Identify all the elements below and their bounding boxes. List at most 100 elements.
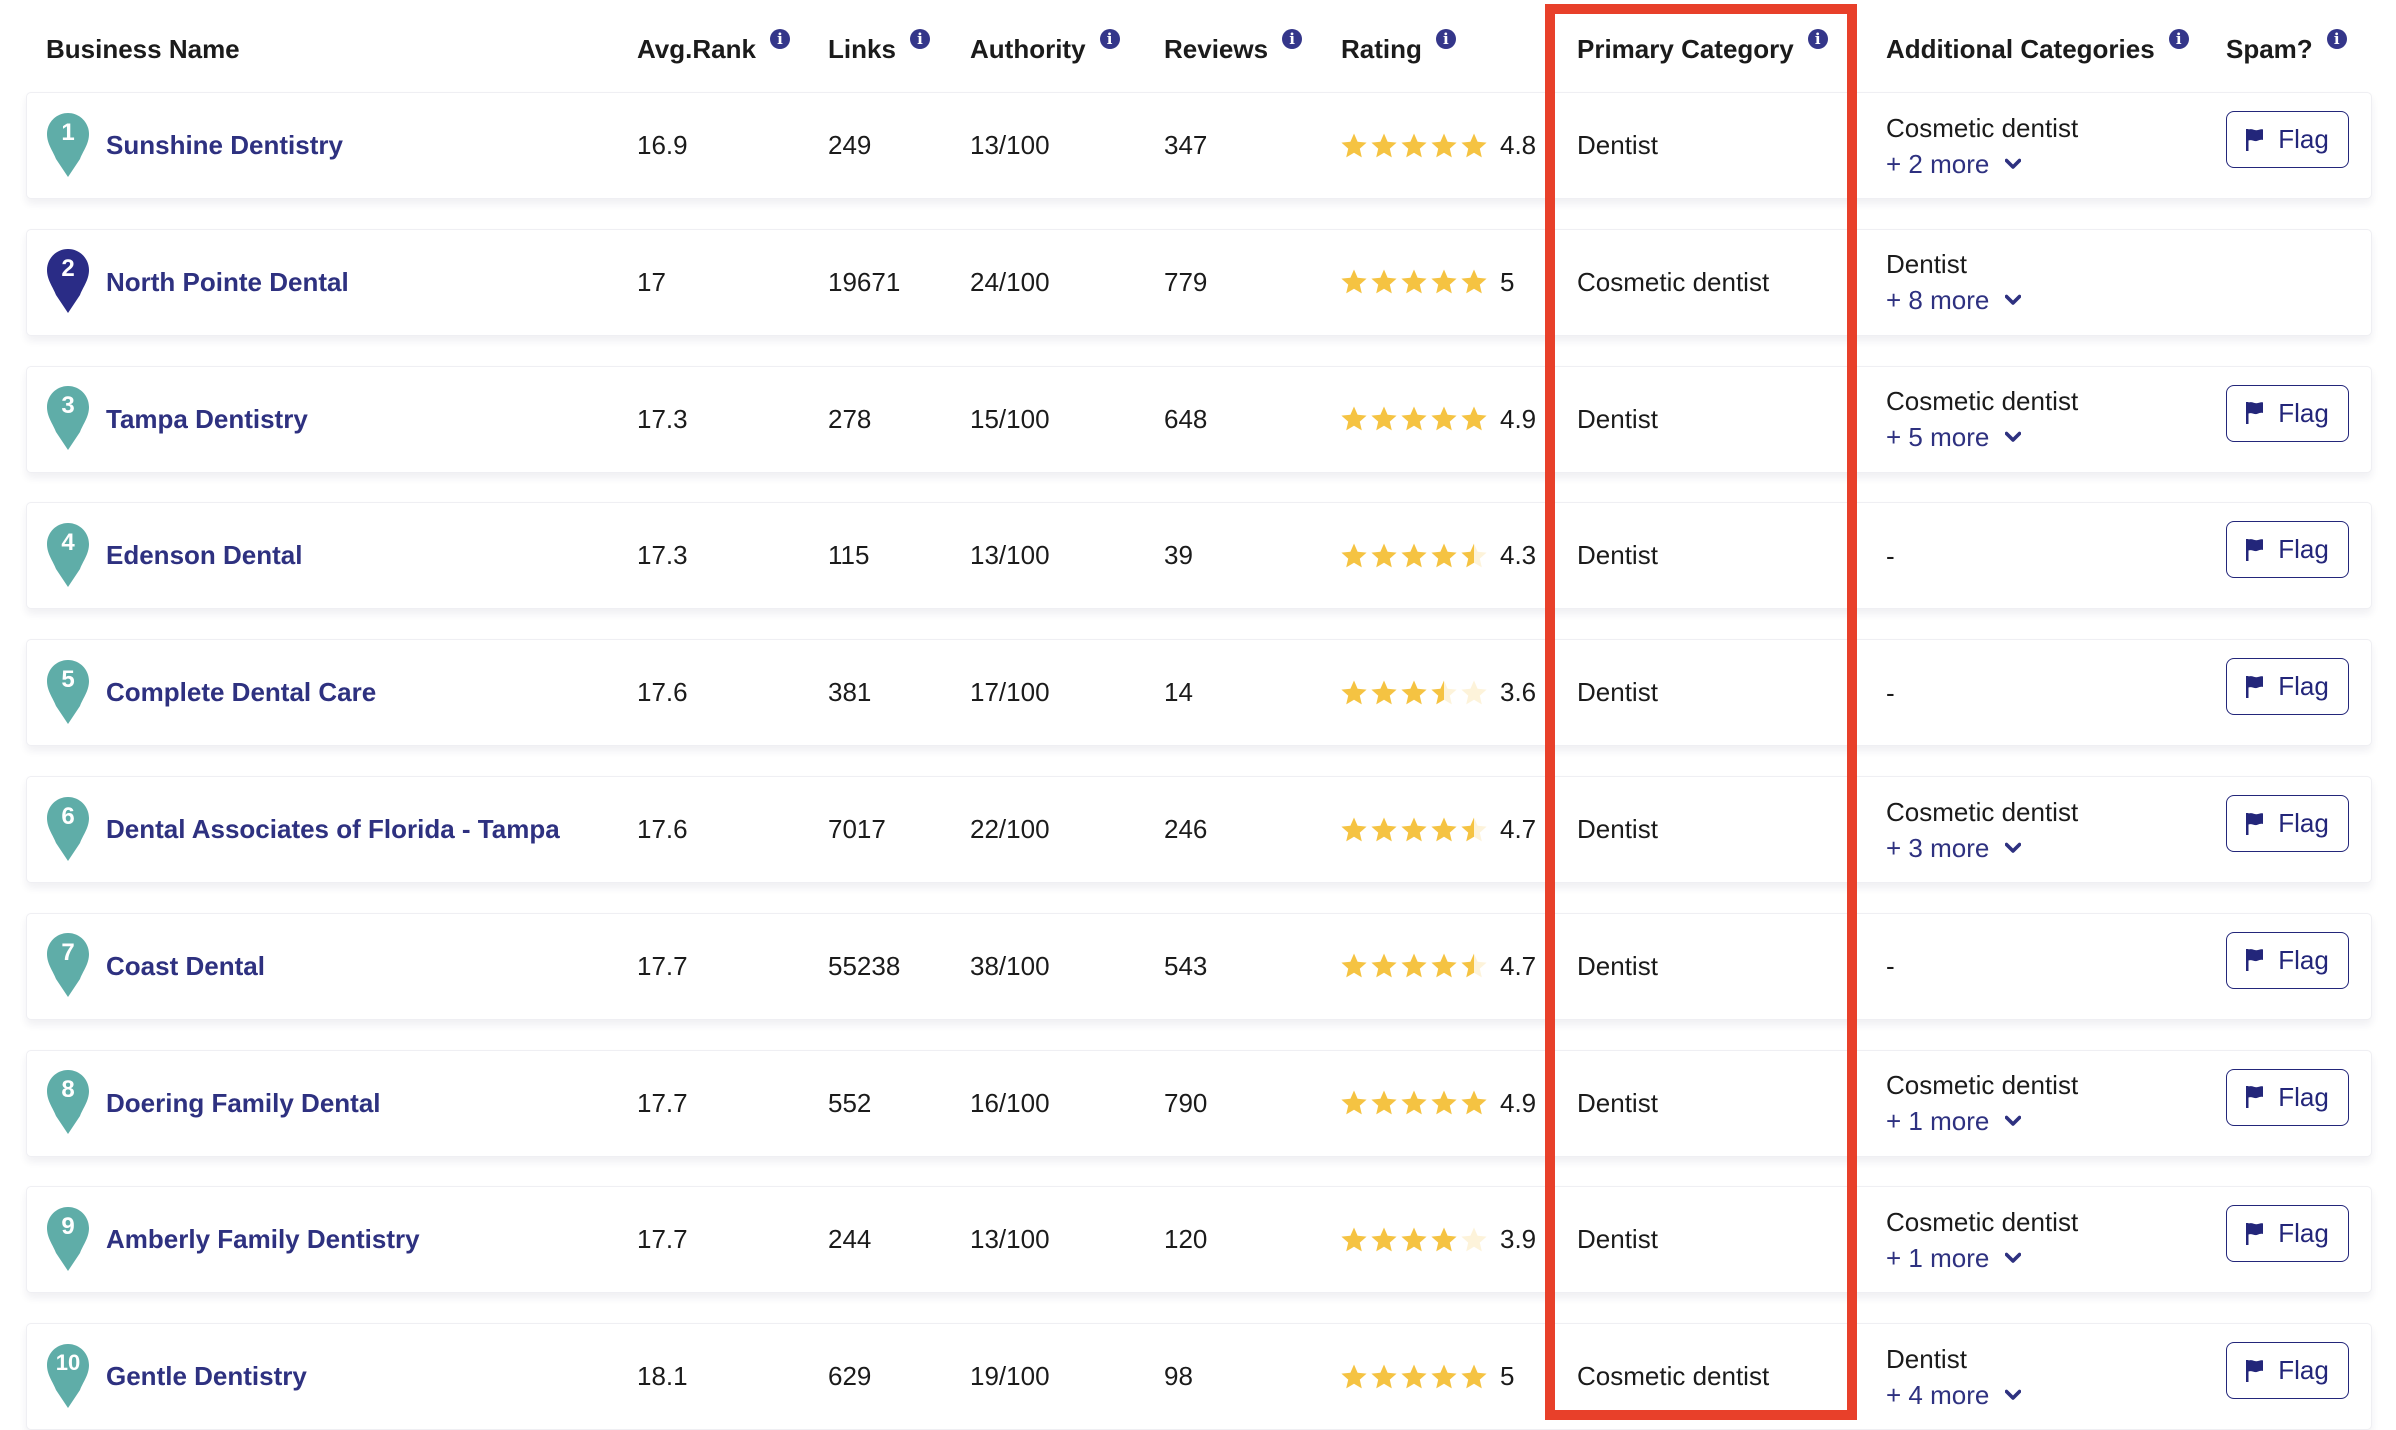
avg-rank-value: 17.3 — [637, 403, 688, 434]
header-business-name[interactable]: Business Name — [46, 28, 240, 70]
additional-category-first: Cosmetic dentist — [1886, 796, 2079, 827]
business-name-link[interactable]: Doering Family Dental — [106, 1051, 381, 1156]
flag-spam-button[interactable]: Flag — [2226, 931, 2349, 989]
info-icon[interactable]: i — [2326, 29, 2347, 49]
business-name-link[interactable]: Amberly Family Dentistry — [106, 1187, 420, 1292]
rating-cell: 4.9 — [1340, 1051, 1536, 1156]
header-avg-rank[interactable]: Avg.Rank i — [637, 28, 790, 70]
table-row[interactable]: 9 Amberly Family Dentistry 17.7 244 13/1… — [26, 1186, 2372, 1294]
additional-categories-cell: - — [1886, 914, 1895, 1019]
info-icon[interactable]: i — [909, 29, 930, 49]
header-primary-category[interactable]: Primary Category i — [1577, 28, 1828, 70]
info-icon[interactable]: i — [1435, 29, 1456, 49]
business-name-link[interactable]: Sunshine Dentistry — [106, 93, 343, 198]
star-full-icon — [1461, 1090, 1487, 1115]
additional-category-first: Cosmetic dentist — [1886, 1206, 2079, 1237]
table-row[interactable]: 8 Doering Family Dental 17.7 552 16/100 … — [26, 1049, 2372, 1157]
business-name-link[interactable]: Tampa Dentistry — [106, 367, 308, 472]
map-pin-icon: 2 — [47, 249, 89, 314]
chevron-down-icon — [2005, 842, 2022, 853]
header-rating[interactable]: Rating i — [1341, 28, 1456, 70]
star-half-icon — [1431, 680, 1457, 705]
map-pin-icon: 8 — [47, 1070, 89, 1135]
table-row[interactable]: 5 Complete Dental Care 17.6 381 17/100 1… — [26, 639, 2372, 747]
avg-rank-value: 18.1 — [637, 1361, 688, 1392]
flag-icon — [2246, 949, 2264, 972]
more-categories-toggle[interactable]: + 2 more — [1886, 146, 2022, 182]
rank-number: 5 — [61, 665, 75, 693]
rating-cell: 4.8 — [1340, 93, 1536, 198]
links-value: 19671 — [828, 266, 901, 297]
flag-icon — [2246, 538, 2264, 561]
flag-spam-button[interactable]: Flag — [2226, 521, 2349, 579]
more-categories-toggle[interactable]: + 3 more — [1886, 830, 2022, 866]
header-reviews-label: Reviews — [1164, 33, 1269, 64]
additional-category-first: Cosmetic dentist — [1886, 1070, 2079, 1101]
info-icon[interactable]: i — [1099, 29, 1120, 49]
table-row[interactable]: 1 Sunshine Dentistry 16.9 249 13/100 347… — [26, 92, 2372, 199]
star-full-icon — [1461, 133, 1487, 157]
flag-spam-button[interactable]: Flag — [2226, 111, 2349, 168]
header-spam[interactable]: Spam? i — [2226, 28, 2347, 70]
flag-button-label: Flag — [2278, 944, 2329, 975]
star-full-icon — [1431, 543, 1457, 568]
business-name-link[interactable]: Coast Dental — [106, 914, 265, 1019]
star-rating — [1340, 1363, 1488, 1391]
business-name-link[interactable]: Dental Associates of Florida - Tampa — [106, 777, 560, 882]
rating-cell: 3.6 — [1340, 640, 1536, 745]
links-value: 552 — [828, 1087, 872, 1118]
reviews-value: 120 — [1164, 1224, 1208, 1255]
business-name-link[interactable]: Edenson Dental — [106, 503, 302, 608]
star-full-icon — [1341, 1364, 1367, 1389]
header-authority[interactable]: Authority i — [970, 28, 1120, 70]
info-icon[interactable]: i — [1282, 29, 1303, 49]
header-additional-categories[interactable]: Additional Categories i — [1886, 28, 2189, 70]
reviews-value: 779 — [1164, 266, 1208, 297]
business-name-link[interactable]: Gentle Dentistry — [106, 1324, 307, 1429]
more-categories-toggle[interactable]: + 5 more — [1886, 419, 2022, 455]
more-categories-toggle[interactable]: + 8 more — [1886, 282, 2022, 318]
header-links[interactable]: Links i — [828, 28, 930, 70]
flag-button-label: Flag — [2278, 1081, 2329, 1112]
authority-value: 13/100 — [970, 1224, 1050, 1255]
more-categories-toggle[interactable]: + 4 more — [1886, 1377, 2022, 1413]
star-full-icon — [1431, 406, 1457, 431]
flag-spam-button[interactable]: Flag — [2226, 384, 2349, 442]
info-icon[interactable]: i — [2168, 29, 2189, 49]
authority-value: 17/100 — [970, 677, 1050, 708]
more-categories-label: + 5 more — [1886, 422, 1990, 453]
star-rating — [1340, 816, 1488, 844]
info-icon[interactable]: i — [769, 29, 790, 49]
additional-category-first: Dentist — [1886, 1343, 1967, 1374]
business-name-link[interactable]: Complete Dental Care — [106, 640, 376, 745]
table-row[interactable]: 4 Edenson Dental 17.3 115 13/100 39 4.3 … — [26, 502, 2372, 610]
table-row[interactable]: 2 North Pointe Dental 17 19671 24/100 77… — [26, 228, 2372, 336]
table-row[interactable]: 3 Tampa Dentistry 17.3 278 15/100 648 4.… — [26, 365, 2372, 473]
flag-button-label: Flag — [2278, 124, 2329, 154]
star-full-icon — [1401, 1227, 1427, 1252]
rank-number: 9 — [61, 1212, 75, 1240]
avg-rank-value: 17.6 — [637, 677, 688, 708]
primary-category-value: Dentist — [1577, 540, 1658, 571]
more-categories-toggle[interactable]: + 1 more — [1886, 1240, 2022, 1276]
table-row[interactable]: 7 Coast Dental 17.7 55238 38/100 543 4.7… — [26, 912, 2372, 1020]
more-categories-toggle[interactable]: + 1 more — [1886, 1103, 2022, 1139]
primary-category-value: Dentist — [1577, 1087, 1658, 1118]
avg-rank-value: 17.7 — [637, 950, 688, 981]
links-value: 7017 — [828, 814, 886, 844]
table-row[interactable]: 10 Gentle Dentistry 18.1 629 19/100 98 5… — [26, 1323, 2372, 1430]
star-full-icon — [1371, 680, 1397, 705]
table-row[interactable]: 6 Dental Associates of Florida - Tampa 1… — [26, 776, 2372, 883]
header-reviews[interactable]: Reviews i — [1164, 28, 1303, 70]
info-icon[interactable]: i — [1807, 29, 1828, 49]
star-half-icon — [1461, 543, 1487, 568]
flag-spam-button[interactable]: Flag — [2226, 658, 2349, 716]
flag-spam-button[interactable]: Flag — [2226, 795, 2349, 852]
flag-spam-button[interactable]: Flag — [2226, 1342, 2349, 1400]
flag-spam-button[interactable]: Flag — [2226, 1068, 2349, 1126]
star-half-icon — [1461, 953, 1487, 978]
flag-spam-button[interactable]: Flag — [2226, 1205, 2349, 1263]
additional-categories-cell: Dentist + 4 more — [1886, 1324, 2022, 1429]
business-name-link[interactable]: North Pointe Dental — [106, 230, 349, 335]
star-full-icon — [1401, 1090, 1427, 1115]
